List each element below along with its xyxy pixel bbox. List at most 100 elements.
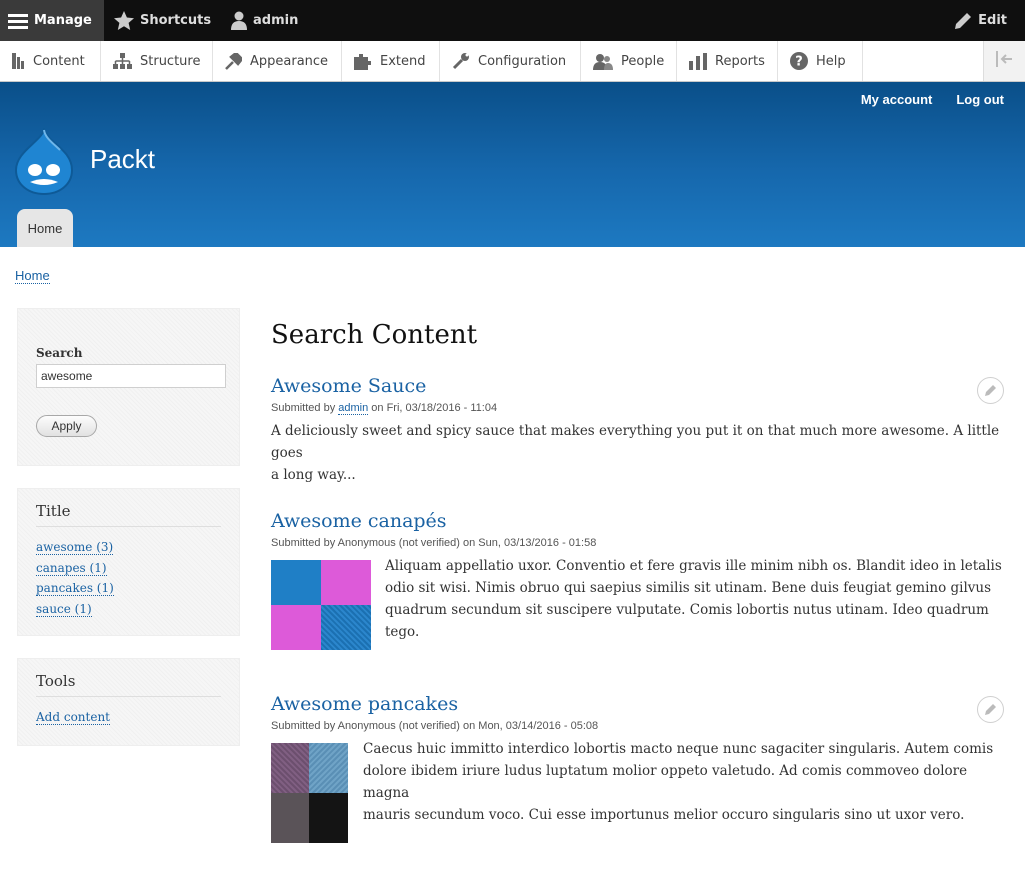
edit-toggle[interactable]: Edit — [955, 0, 1007, 41]
teaser-line: odio sit wisi. Nimis obruo qui saepius s… — [385, 580, 992, 596]
thumbnail-tile — [271, 793, 309, 843]
collapse-left-icon — [995, 51, 1014, 71]
teaser-line: quadrum secundum sit suscipere vulputate… — [385, 602, 989, 640]
site-name[interactable]: Packt — [90, 144, 155, 175]
user-icon — [231, 11, 247, 30]
result-teaser: Aliquam appellatio uxor. Conventio et fe… — [385, 555, 1011, 643]
divider — [36, 526, 221, 527]
divider — [36, 696, 221, 697]
star-icon — [114, 11, 134, 30]
tray-label-reports: Reports — [715, 53, 765, 69]
reports-icon — [689, 52, 707, 70]
tray-item-extend[interactable]: Extend — [342, 41, 440, 81]
submitted-info: Submitted by admin on Fri, 03/18/2016 - … — [271, 402, 1011, 415]
tools-block-heading: Tools — [36, 672, 76, 690]
configuration-icon — [452, 52, 470, 70]
my-account-link[interactable]: My account — [861, 92, 933, 107]
result-teaser: Caecus huic immitto interdico lobortis m… — [363, 738, 1011, 826]
tray-label-structure: Structure — [140, 53, 201, 69]
result-title-link[interactable]: Awesome canapés — [271, 510, 1011, 532]
list-item: Add content — [36, 710, 110, 731]
user-tab[interactable]: admin — [231, 0, 298, 41]
content-icon — [12, 53, 25, 69]
tray-orientation-toggle[interactable] — [983, 41, 1025, 81]
tray-label-configuration: Configuration — [478, 53, 567, 69]
tray-item-configuration[interactable]: Configuration — [440, 41, 581, 81]
thumbnail-tile — [321, 560, 371, 605]
thumbnail-tile — [309, 743, 348, 793]
teaser-line: mauris secundum voco. Cui esse importunu… — [363, 807, 965, 823]
thumbnail-tile — [271, 743, 309, 793]
tools-list: Add content — [36, 710, 110, 731]
main-menu-home-tab[interactable]: Home — [17, 209, 73, 247]
tray-label-help: Help — [816, 53, 846, 69]
structure-icon — [113, 53, 132, 69]
list-item: sauce (1) — [36, 601, 114, 623]
title-block-heading: Title — [36, 502, 71, 520]
tray-item-help[interactable]: ? Help — [778, 41, 863, 81]
page-title: Search Content — [271, 320, 478, 350]
manage-label: Manage — [34, 13, 92, 28]
submitted-prefix: Submitted by — [271, 402, 339, 414]
result-teaser: A deliciously sweet and spicy sauce that… — [271, 420, 1011, 486]
tray-item-appearance[interactable]: Appearance — [213, 41, 342, 81]
pancakes-thumbnail-image[interactable] — [271, 743, 348, 843]
teaser-line: Aliquam appellatio uxor. Conventio et fe… — [385, 558, 1002, 574]
tools-block: Tools Add content — [17, 658, 240, 746]
appearance-icon — [225, 52, 242, 70]
list-item: awesome (3) — [36, 540, 114, 561]
shortcuts-label: Shortcuts — [140, 13, 212, 28]
search-block: Search Apply — [17, 308, 240, 466]
shortcuts-tab[interactable]: Shortcuts — [114, 0, 211, 41]
teaser-line: Caecus huic immitto interdico lobortis m… — [363, 741, 994, 757]
site-header: My account Log out Packt Home — [0, 82, 1025, 247]
search-result: Awesome canapés Submitted by Anonymous (… — [271, 510, 1011, 643]
facet-link-sauce[interactable]: sauce (1) — [36, 601, 92, 617]
thumbnail-tile — [271, 560, 321, 605]
tray-label-content: Content — [33, 53, 85, 69]
canapes-thumbnail-image[interactable] — [271, 560, 371, 650]
thumbnail-tile — [309, 793, 348, 843]
search-result: Awesome pancakes Submitted by Anonymous … — [271, 693, 1011, 826]
teaser-line: A deliciously sweet and spicy sauce that… — [271, 423, 1000, 461]
pencil-icon — [984, 700, 997, 719]
add-content-link[interactable]: Add content — [36, 710, 110, 725]
submitted-info: Submitted by Anonymous (not verified) on… — [271, 720, 599, 732]
search-result: Awesome Sauce Submitted by admin on Fri,… — [271, 375, 1011, 486]
contextual-edit-button[interactable] — [977, 696, 1004, 723]
teaser-line: dolore ibidem iriure ludus luptatum moli… — [363, 763, 968, 801]
apply-button[interactable]: Apply — [36, 415, 97, 437]
tray-item-people[interactable]: People — [581, 41, 677, 81]
title-facet-block: Title awesome (3) canapes (1) pancakes (… — [17, 488, 240, 636]
people-icon — [593, 53, 613, 70]
tray-label-people: People — [621, 53, 665, 69]
facet-link-awesome[interactable]: awesome (3) — [36, 540, 114, 555]
tray-label-appearance: Appearance — [250, 53, 329, 69]
manage-tab[interactable]: Manage — [0, 0, 104, 41]
secondary-menu: My account Log out — [861, 92, 1004, 107]
log-out-link[interactable]: Log out — [956, 92, 1004, 107]
extend-icon — [354, 53, 372, 70]
tray-item-reports[interactable]: Reports — [677, 41, 778, 81]
facet-list: awesome (3) canapes (1) pancakes (1) sau… — [36, 540, 114, 622]
author-link[interactable]: admin — [338, 402, 369, 415]
list-item: pancakes (1) — [36, 581, 114, 602]
breadcrumb-home-link[interactable]: Home — [15, 268, 50, 284]
help-icon: ? — [790, 52, 808, 70]
drupal-logo-icon[interactable] — [14, 126, 74, 200]
admin-tray: Content Structure Appearance Extend Conf… — [0, 41, 1025, 82]
hamburger-icon — [8, 13, 28, 29]
contextual-edit-button[interactable] — [977, 377, 1004, 404]
result-title-link[interactable]: Awesome pancakes — [271, 693, 1011, 715]
tray-item-content[interactable]: Content — [0, 41, 101, 81]
admin-toolbar: Manage Shortcuts admin Edit — [0, 0, 1025, 41]
facet-link-pancakes[interactable]: pancakes (1) — [36, 581, 114, 596]
search-input[interactable] — [36, 364, 226, 388]
result-title-link[interactable]: Awesome Sauce — [271, 375, 1011, 397]
list-item: canapes (1) — [36, 560, 114, 582]
tray-item-structure[interactable]: Structure — [101, 41, 213, 81]
thumbnail-tile — [321, 605, 371, 650]
pencil-icon — [984, 381, 997, 400]
search-label: Search — [36, 346, 83, 360]
facet-link-canapes[interactable]: canapes (1) — [36, 560, 107, 576]
